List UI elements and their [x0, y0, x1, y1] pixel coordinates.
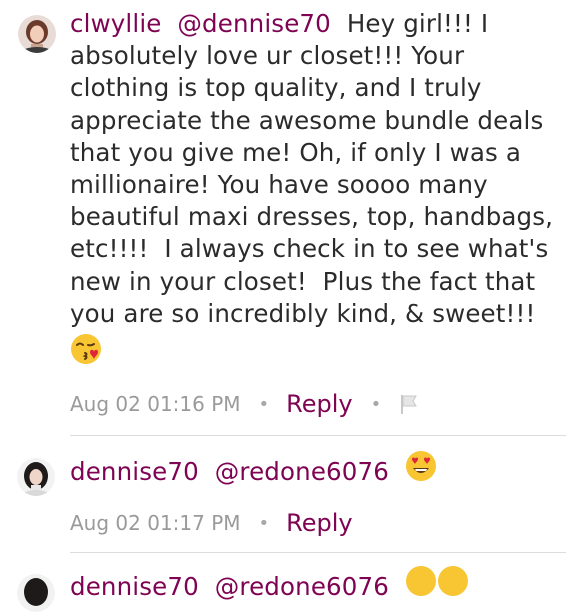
comment-meta: Aug 02 01:17 PM • Reply: [70, 503, 353, 543]
comment-username[interactable]: dennise70: [70, 457, 199, 486]
avatar[interactable]: [18, 15, 56, 53]
comment-text: dennise70 @redone6076: [70, 565, 566, 608]
comment-timestamp: Aug 02 01:17 PM: [70, 511, 241, 535]
divider: [70, 435, 566, 436]
avatar[interactable]: [17, 458, 55, 496]
smiling-face-emoji: [437, 565, 469, 605]
separator-dot: •: [258, 512, 270, 534]
separator-dot: •: [370, 393, 382, 415]
comment-meta: Aug 02 01:16 PM • Reply •: [70, 384, 420, 424]
comment-username[interactable]: dennise70: [70, 572, 199, 601]
comment-mention[interactable]: @redone6076: [215, 457, 389, 486]
comment-text: dennise70 @redone6076: [70, 450, 566, 493]
separator-dot: •: [258, 393, 270, 415]
comment-username[interactable]: clwyllie: [70, 9, 162, 38]
comment-body: Hey girl!!! I absolutely love ur closet!…: [70, 9, 562, 328]
comment-mention[interactable]: @dennise70: [177, 9, 331, 38]
comment-mention[interactable]: @redone6076: [215, 572, 389, 601]
reply-button[interactable]: Reply: [286, 509, 352, 537]
comment-timestamp: Aug 02 01:16 PM: [70, 392, 241, 416]
divider: [70, 552, 566, 553]
flag-icon[interactable]: [398, 393, 420, 415]
smiling-face-emoji: [405, 565, 437, 605]
comment-text: clwyllie @dennise70 Hey girl!!! I absolu…: [70, 8, 566, 330]
reply-button[interactable]: Reply: [286, 390, 352, 418]
heart-eyes-emoji: [405, 450, 437, 490]
face-throwing-kiss-emoji: [70, 333, 566, 367]
